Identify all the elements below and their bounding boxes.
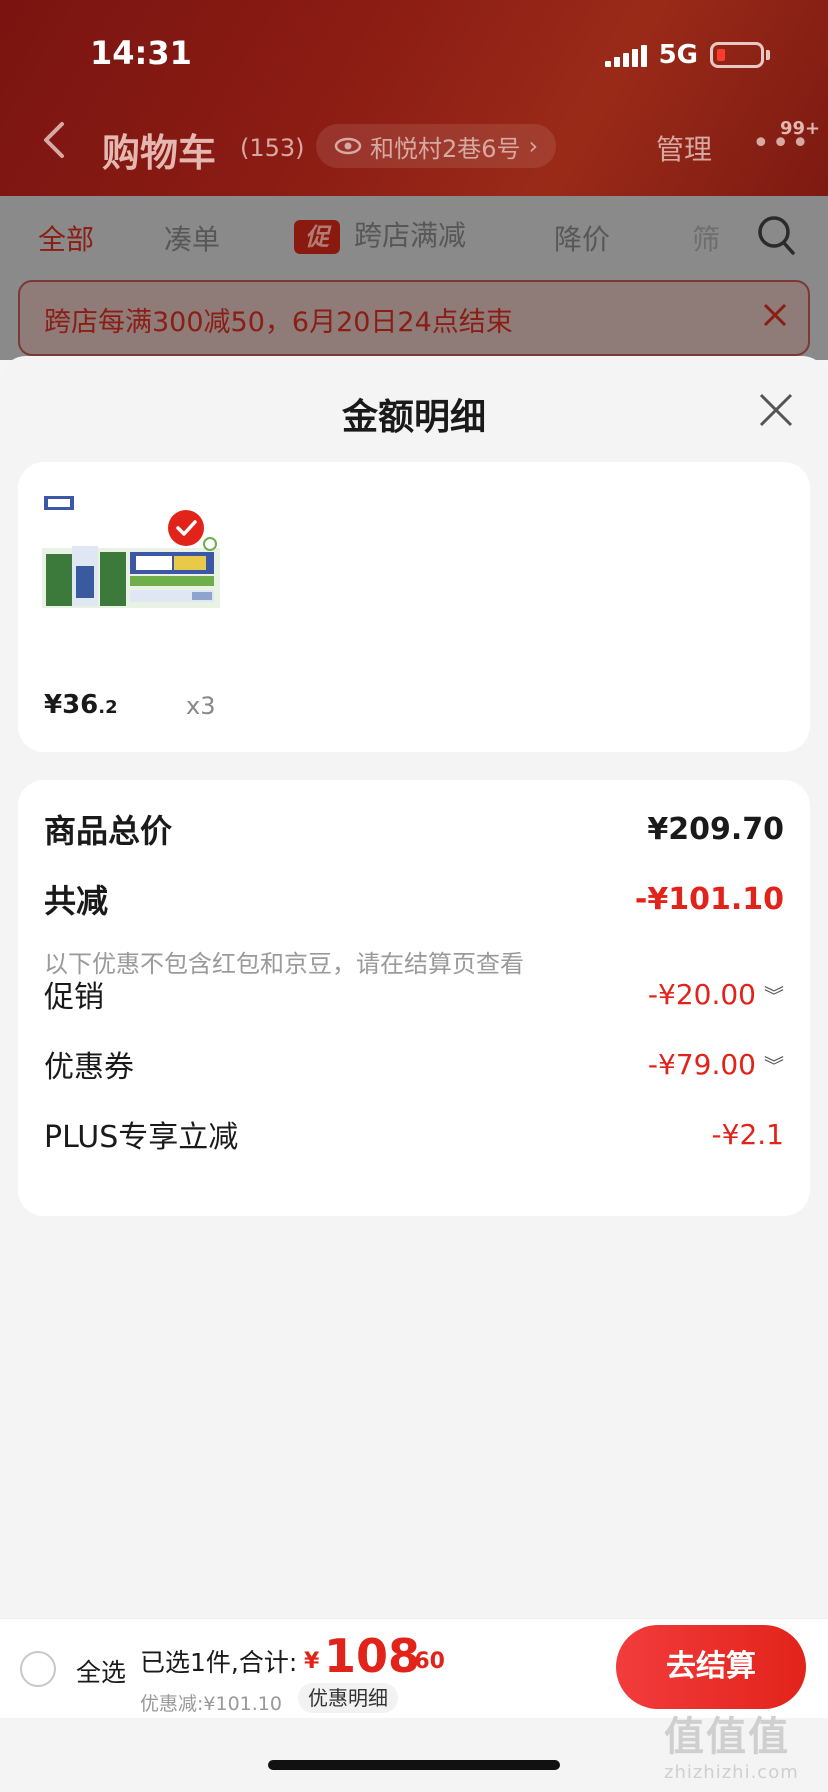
tab-cross-store[interactable]: 促跨店满减: [294, 214, 466, 254]
chevron-down-icon: ︾: [764, 983, 784, 1008]
promo-text: 跨店每满300减50，6月20日24点结束: [44, 307, 513, 338]
home-indicator[interactable]: [268, 1760, 560, 1770]
eye-icon: [334, 137, 362, 155]
back-icon[interactable]: [40, 120, 66, 160]
promotion-label: 促销: [44, 980, 104, 1015]
discount-summary: 优惠减:¥101.10: [140, 1693, 282, 1715]
address-text: 和悦村2巷6号: [370, 134, 521, 163]
select-all-label[interactable]: 全选: [76, 1653, 126, 1689]
message-badge: 99+: [780, 118, 821, 139]
product-price-dec: .2: [98, 697, 118, 718]
total-price-label: 商品总价: [44, 812, 173, 850]
battery-tip: [766, 50, 770, 60]
status-bar-right: 5G: [604, 40, 770, 70]
tab-price-drop[interactable]: 降价: [554, 218, 610, 258]
price-breakdown-card: 商品总价 ¥209.70 共减 -¥101.10 以下优惠不包含红包和京豆，请在…: [18, 780, 810, 1216]
tab-filter[interactable]: 筛: [692, 218, 720, 258]
reduction-label: 共减: [44, 882, 109, 920]
select-all-radio[interactable]: [20, 1651, 56, 1687]
coupon-value: -¥79.00: [647, 1047, 756, 1081]
checked-icon[interactable]: [168, 510, 204, 546]
plus-discount-row: PLUS专享立减 -¥2.1: [44, 1112, 784, 1156]
plus-discount-label: PLUS专享立减: [44, 1120, 239, 1155]
selection-summary: 已选1件,合计:: [140, 1648, 298, 1677]
product-quantity: x3: [186, 692, 216, 720]
filter-tabs: 全部 凑单 促跨店满减 降价 筛: [0, 196, 828, 280]
address-selector[interactable]: 和悦村2巷6号 ›: [316, 124, 557, 168]
page-title: 购物车: [102, 131, 217, 175]
close-icon[interactable]: [760, 300, 790, 330]
network-label: 5G: [658, 40, 698, 70]
watermark: 值值值 zhizhizhi.com: [664, 1704, 824, 1786]
status-time: 14:31: [90, 34, 192, 72]
watermark-logo: 值值值: [664, 1714, 790, 1760]
amount-detail-sheet: 金额明细 ¥36.2 x3 商品总价 ¥209.70 共减 -¥101.10 以…: [0, 356, 828, 1792]
reduction-value: -¥101.10: [634, 881, 784, 917]
product-price: ¥36.2: [44, 690, 118, 720]
header: 14:31 5G 购物车 (153) 和悦村2巷6号 › 管理 ••• 99+: [0, 0, 828, 196]
coupon-row[interactable]: 优惠券 -¥79.00 ︾: [44, 1042, 784, 1086]
discount-detail-button[interactable]: 优惠明细: [298, 1683, 398, 1713]
product-price-int: ¥36: [44, 690, 99, 720]
total-price-row: 商品总价 ¥209.70: [44, 806, 784, 852]
sheet-title: 金额明细: [341, 397, 486, 438]
product-card: ¥36.2 x3: [18, 462, 810, 752]
promo-tag: 促: [294, 220, 340, 254]
signal-icon: [604, 43, 647, 67]
tab-cross-store-label: 跨店满减: [354, 219, 467, 252]
close-icon[interactable]: [758, 392, 794, 428]
total-amount-dec: .60: [406, 1649, 445, 1674]
checkout-button[interactable]: 去结算: [616, 1625, 806, 1709]
tab-bundle[interactable]: 凑单: [164, 218, 220, 258]
total-currency: ¥: [304, 1649, 320, 1674]
tab-all[interactable]: 全部: [38, 218, 94, 258]
promo-banner: 跨店每满300减50，6月20日24点结束: [0, 280, 828, 360]
plus-discount-value: -¥2.1: [711, 1117, 784, 1151]
promotion-value: -¥20.00: [647, 977, 756, 1011]
battery-icon: [710, 42, 764, 68]
coupon-label: 优惠券: [44, 1050, 134, 1085]
total-price-value: ¥209.70: [647, 811, 784, 847]
manage-button[interactable]: 管理: [656, 128, 712, 168]
checkout-bar: 全选 已选1件,合计: ¥ 108 .60 优惠减:¥101.10 优惠明细 去…: [0, 1618, 828, 1718]
promo-banner-box: 跨店每满300减50，6月20日24点结束: [18, 280, 810, 356]
chevron-right-icon: ›: [528, 132, 539, 160]
chevron-down-icon: ︾: [764, 1053, 784, 1078]
watermark-url: zhizhizhi.com: [664, 1762, 799, 1783]
search-icon[interactable]: [756, 214, 796, 258]
cart-count: (153): [240, 134, 305, 162]
promotion-row[interactable]: 促销 -¥20.00 ︾: [44, 972, 784, 1016]
reduction-row: 共减 -¥101.10: [44, 876, 784, 922]
